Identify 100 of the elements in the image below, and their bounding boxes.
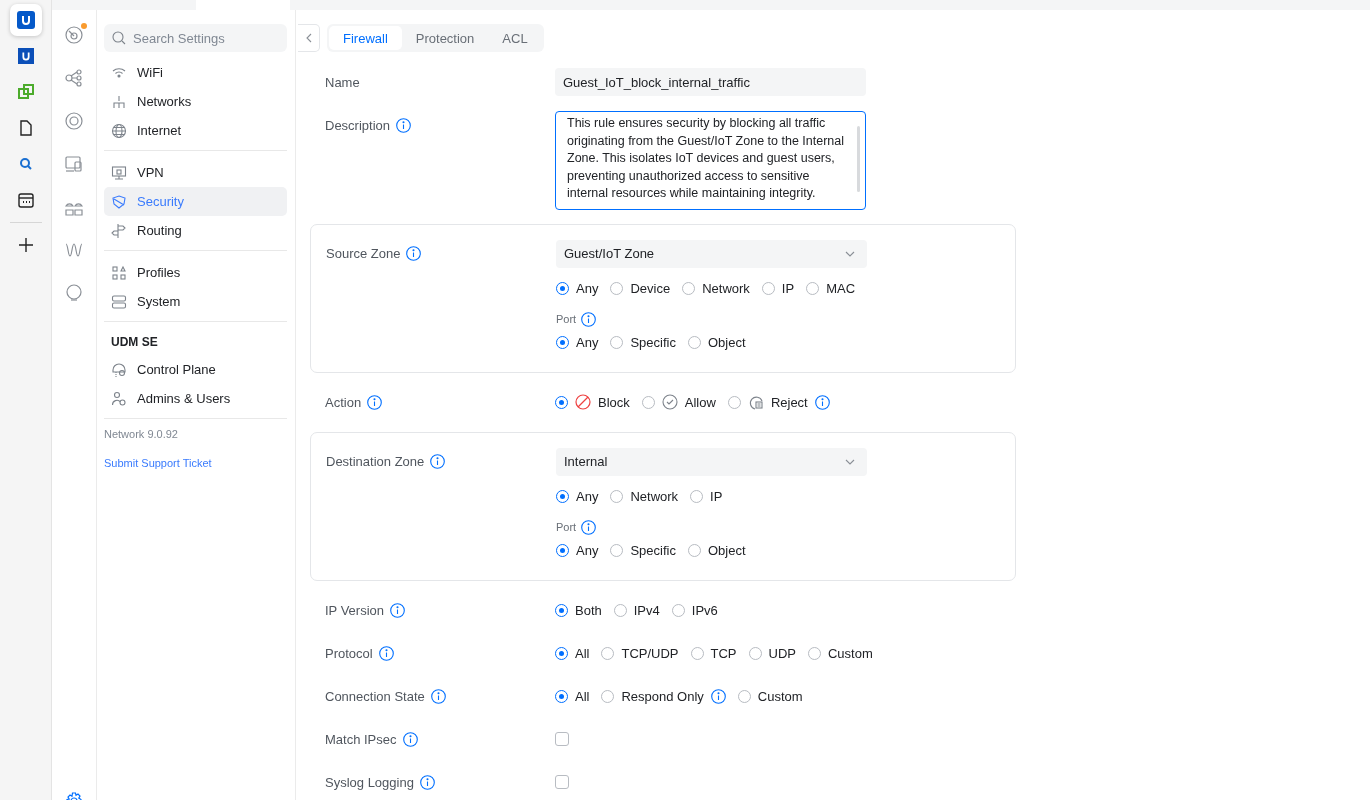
radio-option[interactable]: IP — [761, 281, 795, 296]
radio-button[interactable] — [671, 603, 685, 617]
info-icon[interactable] — [814, 394, 830, 410]
search-field[interactable]: Search Settings — [104, 24, 287, 52]
info-icon[interactable] — [581, 311, 597, 327]
settings-nav-item[interactable]: VPN — [104, 158, 287, 187]
add-icon[interactable] — [16, 236, 35, 254]
devices-icon[interactable] — [64, 111, 84, 131]
checkbox[interactable] — [555, 732, 569, 746]
radio-button[interactable] — [761, 282, 775, 295]
radio-option[interactable]: TCP/UDP — [601, 645, 679, 661]
checkbox[interactable] — [555, 775, 569, 789]
settings-nav-item[interactable]: Internet — [104, 116, 287, 145]
info-icon[interactable] — [581, 519, 597, 535]
zone-dropdown[interactable]: Internal — [556, 447, 867, 476]
radio-option[interactable]: Any — [556, 281, 599, 296]
radio-button[interactable] — [555, 646, 568, 660]
radio-button[interactable] — [556, 544, 569, 557]
info-icon[interactable] — [419, 774, 435, 790]
radio-button[interactable] — [555, 395, 568, 409]
settings-nav-item[interactable]: Control Plane — [104, 355, 287, 384]
radio-option[interactable]: Network — [682, 281, 750, 296]
name-field[interactable]: Guest_IoT_block_internal_traffic — [555, 68, 866, 96]
info-icon[interactable] — [396, 117, 412, 133]
settings-nav-item[interactable]: Admins & Users — [104, 384, 287, 413]
radio-option[interactable]: IPv6 — [671, 602, 718, 618]
radio-option[interactable]: All — [555, 688, 590, 704]
topology-icon[interactable] — [64, 68, 84, 88]
calendar-icon[interactable] — [16, 191, 35, 209]
radio-option[interactable]: Any — [556, 335, 599, 350]
radio-option[interactable]: All — [555, 645, 590, 661]
tab[interactable]: Protection — [401, 26, 489, 50]
radio-button[interactable] — [610, 544, 624, 557]
radio-option[interactable]: Object — [687, 335, 746, 350]
radio-button[interactable] — [682, 282, 696, 295]
radio-button[interactable] — [806, 282, 820, 295]
radio-option[interactable]: Block — [555, 394, 630, 410]
radio-option[interactable]: TCP — [690, 645, 737, 661]
radio-option[interactable]: Device — [610, 281, 671, 296]
radio-button[interactable] — [556, 282, 569, 295]
radio-button[interactable] — [610, 490, 624, 503]
info-icon[interactable] — [430, 688, 446, 704]
radio-option[interactable]: Any — [556, 489, 599, 504]
radio-option[interactable]: Reject — [727, 394, 830, 410]
support-link[interactable]: Submit Support Ticket — [104, 457, 212, 469]
logo-icon[interactable] — [16, 11, 35, 29]
radio-button[interactable] — [556, 336, 569, 349]
radio-button[interactable] — [690, 646, 704, 660]
radio-button[interactable] — [641, 395, 655, 409]
dashboard-icon[interactable] — [64, 25, 84, 45]
settings-nav-item[interactable]: WiFi — [104, 58, 287, 87]
settings-nav-item[interactable]: Networks — [104, 87, 287, 116]
radio-option[interactable]: Allow — [641, 394, 716, 410]
radio-option[interactable]: IP — [690, 489, 723, 504]
radio-button[interactable] — [555, 603, 568, 617]
radio-option[interactable]: Custom — [807, 645, 873, 661]
info-icon[interactable] — [710, 688, 726, 704]
logo-icon[interactable] — [17, 48, 34, 64]
info-icon[interactable] — [406, 246, 422, 261]
radio-button[interactable] — [613, 603, 627, 617]
settings-nav-item[interactable]: System — [104, 287, 287, 316]
radio-button[interactable] — [807, 646, 821, 660]
description-field[interactable]: This rule ensures security by blocking all traffic originating from the Guest/IoT Zone to the Internal Zone. This isolates IoT devices and guest users, preventing unauthorized access to sensitive internal resources while maintaining integrity. — [555, 111, 866, 210]
radio-button[interactable] — [727, 395, 741, 409]
scrollbar[interactable] — [857, 126, 860, 192]
info-icon[interactable] — [402, 731, 418, 747]
radio-option[interactable]: UDP — [748, 645, 796, 661]
tab[interactable]: ACL — [488, 26, 542, 50]
info-icon[interactable] — [430, 454, 446, 469]
info-icon[interactable] — [390, 602, 406, 618]
radio-option[interactable]: Both — [555, 602, 602, 618]
radio-option[interactable]: Specific — [610, 543, 676, 558]
radio-button[interactable] — [687, 544, 701, 557]
info-icon[interactable] — [367, 394, 383, 410]
radio-button[interactable] — [737, 689, 751, 703]
radio-option[interactable]: Object — [687, 543, 746, 558]
tab[interactable]: Firewall — [329, 26, 402, 50]
radio-option[interactable]: MAC — [806, 281, 856, 296]
bulb-icon[interactable] — [64, 283, 84, 303]
radio-button[interactable] — [601, 646, 615, 660]
puzzle-icon[interactable] — [16, 83, 35, 101]
info-icon[interactable] — [378, 645, 394, 661]
clients-icon[interactable] — [64, 154, 84, 174]
radio-option[interactable]: Any — [556, 543, 599, 558]
radio-button[interactable] — [556, 490, 569, 503]
radio-option[interactable]: Specific — [610, 335, 676, 350]
zone-dropdown[interactable]: Guest/IoT Zone — [556, 239, 867, 268]
settings-nav-item[interactable]: Routing — [104, 216, 287, 245]
radio-button[interactable] — [687, 336, 701, 349]
radio-button[interactable] — [690, 490, 704, 503]
radio-option[interactable]: Network — [610, 489, 679, 504]
radio-option[interactable]: Custom — [737, 688, 803, 704]
radio-option[interactable]: IPv4 — [613, 602, 660, 618]
settings-nav-item[interactable]: Security — [104, 187, 287, 216]
radio-button[interactable] — [555, 689, 568, 703]
radio-button[interactable] — [748, 646, 762, 660]
radio-button[interactable] — [601, 689, 615, 703]
settings-nav-item[interactable]: Profiles — [104, 258, 287, 287]
radio-button[interactable] — [610, 282, 624, 295]
radio-button[interactable] — [610, 336, 624, 349]
